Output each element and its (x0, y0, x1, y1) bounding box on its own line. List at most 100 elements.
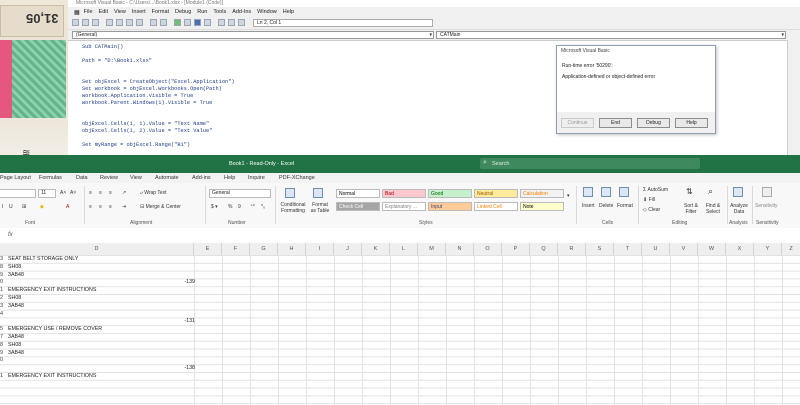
row-number[interactable]: 1 (0, 372, 6, 380)
column-header[interactable]: S (586, 243, 614, 255)
tab-view[interactable]: View (130, 175, 142, 181)
tab-data[interactable]: Data (76, 175, 88, 181)
cell-d[interactable]: SH08 (8, 341, 21, 349)
object-combo[interactable]: (General) ▾ (72, 31, 434, 39)
tab-page-layout[interactable]: Page Layout (0, 175, 31, 181)
menu-edit[interactable]: Edit (99, 9, 108, 15)
merge-center-button[interactable]: ⊟ Merge & Center (140, 204, 181, 210)
run-icon[interactable] (174, 19, 181, 26)
grow-font-icon[interactable]: A˄ (60, 190, 66, 196)
column-header[interactable]: F (222, 243, 250, 255)
number-format-box[interactable]: General (209, 189, 271, 198)
percent-icon[interactable]: % (228, 204, 232, 210)
menu-window[interactable]: Window (257, 9, 277, 15)
align-bottom-icon[interactable]: ≡ (109, 190, 112, 196)
column-header[interactable]: D (0, 243, 194, 255)
design-mode-icon[interactable] (204, 19, 211, 26)
orientation-icon[interactable]: ↗ (122, 190, 126, 196)
row-number[interactable]: 0 (0, 356, 6, 364)
border-icon[interactable]: ⊞ (22, 204, 26, 210)
column-header[interactable]: R (558, 243, 586, 255)
tab-formulas[interactable]: Formulas (39, 175, 62, 181)
formula-bar[interactable]: fx (0, 228, 800, 244)
row-number[interactable]: 8 (0, 341, 6, 349)
tab-help[interactable]: Help (224, 175, 235, 181)
column-header[interactable]: H (278, 243, 306, 255)
row-number[interactable]: 1 (0, 286, 6, 294)
font-color-icon[interactable]: A (66, 204, 69, 210)
style-input[interactable]: Input (428, 202, 472, 211)
tab-pdf-xchange[interactable]: PDF-XChange (279, 175, 315, 181)
column-header[interactable]: V (670, 243, 698, 255)
row-number[interactable]: 5 (0, 325, 6, 333)
menu-run[interactable]: Run (197, 9, 207, 15)
cell-d[interactable]: 3AB48 (8, 333, 24, 341)
column-header[interactable]: M (418, 243, 446, 255)
worksheet-grid[interactable]: 3 SEAT BELT STORAGE ONLY 8 SH08 9 3AB48 … (0, 255, 800, 405)
menu-help[interactable]: Help (283, 9, 294, 15)
analyze-data-button[interactable]: Analyze Data (729, 203, 749, 215)
column-header[interactable]: W (698, 243, 726, 255)
undo-icon[interactable] (150, 19, 157, 26)
comma-icon[interactable]: 9 (238, 204, 241, 210)
search-box[interactable]: ⌕ Search (480, 158, 700, 169)
row-number[interactable]: 2 (0, 294, 6, 302)
column-header[interactable]: L (390, 243, 418, 255)
menu-view[interactable]: View (114, 9, 126, 15)
row-number[interactable]: 3 (0, 302, 6, 310)
cell-e[interactable]: -138 (184, 364, 195, 372)
tab-review[interactable]: Review (100, 175, 118, 181)
cell-d[interactable]: 3AB48 (8, 349, 24, 357)
column-header[interactable]: X (726, 243, 754, 255)
fill-color-icon[interactable]: ◆ (40, 204, 44, 210)
align-center-icon[interactable]: ≡ (99, 204, 102, 210)
row-number[interactable]: 4 (0, 310, 6, 318)
row-number[interactable]: 7 (0, 333, 6, 341)
cell-d[interactable]: EMERGENCY EXIT INSTRUCTIONS (8, 372, 96, 380)
style-note[interactable]: Note (520, 202, 564, 211)
align-left-icon[interactable]: ≡ (89, 204, 92, 210)
style-explanatory[interactable]: Explanatory ... (382, 202, 426, 211)
insert-button[interactable]: Insert (582, 203, 595, 209)
column-header[interactable]: T (614, 243, 642, 255)
cell-e[interactable]: -139 (184, 278, 195, 286)
cell-d[interactable]: EMERGENCY USE / REMOVE COVER (8, 325, 102, 333)
procedure-combo[interactable]: CATMain ▾ (436, 31, 786, 39)
menu-insert[interactable]: Insert (132, 9, 146, 15)
reset-icon[interactable] (194, 19, 201, 26)
insert-module-icon[interactable] (82, 19, 89, 26)
row-number[interactable]: 9 (0, 349, 6, 357)
style-calculation[interactable]: Calculation (520, 189, 564, 198)
sort-filter-button[interactable]: Sort & Filter (680, 203, 702, 215)
menu-addins[interactable]: Add-Ins (232, 9, 251, 15)
save-icon[interactable] (92, 19, 99, 26)
find-icon[interactable] (136, 19, 143, 26)
autosum-button[interactable]: Σ AutoSum (643, 187, 668, 193)
column-header[interactable]: O (474, 243, 502, 255)
style-normal[interactable]: Normal (336, 189, 380, 198)
continue-button[interactable]: Continue (561, 118, 594, 128)
properties-icon[interactable] (228, 19, 235, 26)
menu-debug[interactable]: Debug (175, 9, 191, 15)
styles-more-icon[interactable]: ▾ (567, 193, 570, 199)
cell-d[interactable]: 3AB48 (8, 302, 24, 310)
column-header[interactable]: K (362, 243, 390, 255)
cell-d[interactable]: SH08 (8, 294, 21, 302)
format-as-table-button[interactable]: Format as Table (309, 202, 331, 214)
column-header[interactable]: G (250, 243, 278, 255)
menu-format[interactable]: Format (152, 9, 169, 15)
menu-tools[interactable]: Tools (213, 9, 226, 15)
help-button[interactable]: Help (675, 118, 708, 128)
end-button[interactable]: End (599, 118, 632, 128)
decrease-decimal-icon[interactable]: ⁰₀ (261, 204, 265, 210)
column-header[interactable]: U (642, 243, 670, 255)
toolbox-icon[interactable] (238, 19, 245, 26)
italic-icon[interactable]: I (2, 204, 3, 210)
style-good[interactable]: Good (428, 189, 472, 198)
cell-e[interactable]: -131 (184, 317, 195, 325)
format-button[interactable]: Format (617, 203, 633, 209)
indent-icon[interactable]: ⇥ (122, 204, 126, 210)
wrap-text-button[interactable]: ⤶ Wrap Text (140, 190, 167, 196)
tab-inquire[interactable]: Inquire (248, 175, 265, 181)
cell-d[interactable]: 3AB48 (8, 271, 24, 279)
